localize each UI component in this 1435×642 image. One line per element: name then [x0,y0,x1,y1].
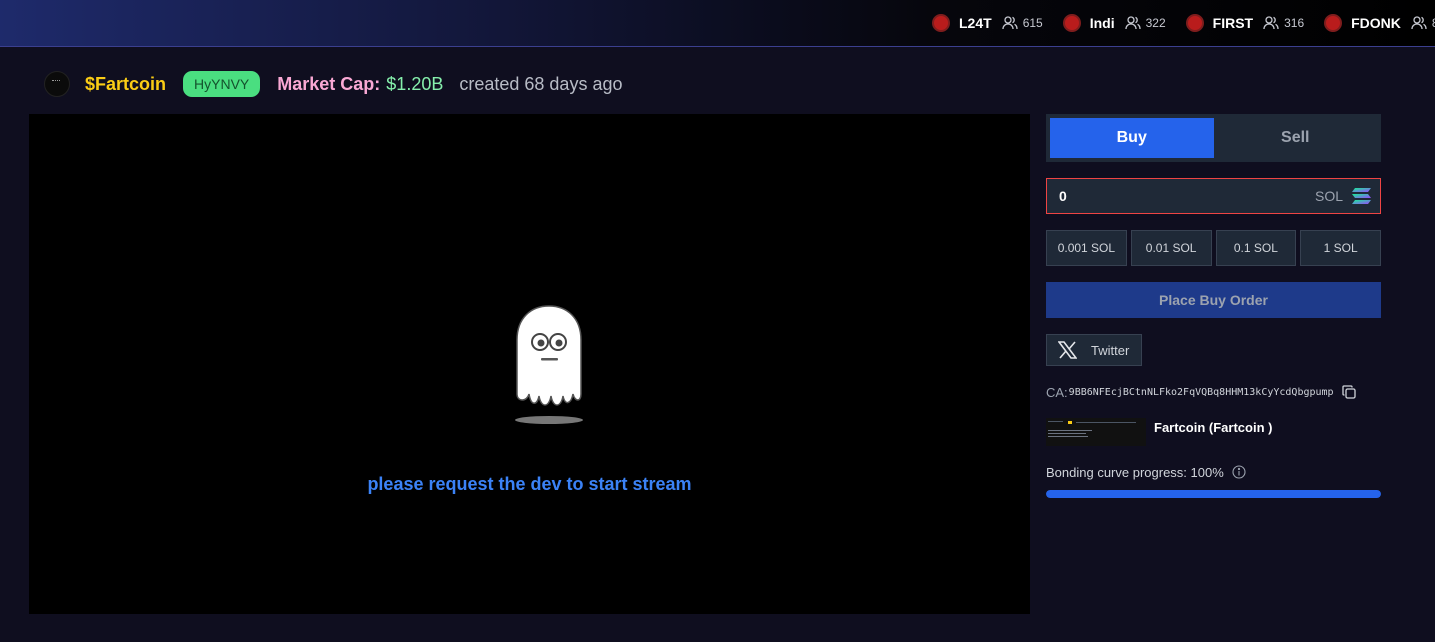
ghost-icon [515,305,583,424]
ticker-name: Indi [1089,15,1115,31]
viewer-count: 615 [1022,16,1043,30]
contract-address: CA: 9BB6NFEcjBCtnNLFko2FqVQBq8HHM13kCyYc… [1046,383,1356,401]
tab-buy[interactable]: Buy [1050,118,1214,158]
ticker-avatar [1324,14,1343,32]
created-age: created 68 days ago [459,73,623,94]
ticker-item-fdonk[interactable]: FDONK 89 [1324,14,1435,32]
token-thumbnail [1046,418,1146,446]
copy-icon[interactable] [1341,385,1356,399]
token-name: Fartcoin (Fartcoin ) [1154,420,1273,435]
viewer-count: 322 [1145,16,1166,30]
amount-input[interactable]: 0 SOL [1046,178,1381,214]
x-logo-icon [1058,341,1077,359]
ticker-item-indi[interactable]: Indi 322 [1062,14,1166,32]
market-cap-label: Market Cap: [277,73,381,94]
market-cap-value: $1.20B [386,73,444,94]
viewer-count: 316 [1284,16,1305,30]
token-info: Fartcoin (Fartcoin ) [1046,418,1272,446]
users-icon [1263,16,1279,30]
bonding-curve-label: Bonding curve progress: 100% [1046,464,1224,480]
ticker-item-l24t[interactable]: L24T 615 [932,14,1043,32]
coin-address-badge[interactable]: HyYNVY [183,71,261,97]
ticker-item-first[interactable]: FIRST 316 [1185,14,1305,32]
coin-header: $Fartcoin HyYNVY Market Cap: $1.20B crea… [44,68,622,100]
users-icon [1002,16,1018,30]
coin-symbol: $Fartcoin [85,73,167,94]
place-buy-order-button[interactable]: Place Buy Order [1046,282,1381,318]
stream-player[interactable]: please request the dev to start stream [29,114,1030,614]
ca-label: CA: [1046,384,1068,400]
twitter-label: Twitter [1091,342,1130,358]
ticker-avatar [1185,14,1204,32]
bonding-curve-progress-fill [1046,490,1381,498]
live-streams-ticker: L24T 615 Indi 322 FIRST 316 FDONK 89 [932,0,1435,46]
quick-amount-button[interactable]: 0.1 SOL [1215,230,1297,266]
trade-tabs: Buy Sell [1046,114,1381,162]
ticker-avatar [1062,14,1081,32]
bonding-curve: Bonding curve progress: 100% [1046,463,1246,481]
bonding-curve-progress-bar [1046,490,1381,498]
tab-sell[interactable]: Sell [1214,118,1378,158]
users-icon [1124,16,1141,30]
top-ticker-bar: L24T 615 Indi 322 FIRST 316 FDONK 89 [0,0,1435,47]
ticker-avatar [932,14,950,32]
amount-value[interactable]: 0 [1059,188,1315,204]
ca-value: 9BB6NFEcjBCtnNLFko2FqVQBq8HHM13kCyYcdQbg… [1068,386,1334,398]
solana-icon [1352,188,1371,204]
stream-offline-message: please request the dev to start stream [367,474,692,494]
quick-amounts: 0.001 SOL 0.01 SOL 0.1 SOL 1 SOL [1046,230,1381,266]
ticker-name: FDONK [1351,15,1401,31]
info-icon[interactable] [1232,465,1246,479]
ticker-name: L24T [959,15,992,31]
quick-amount-button[interactable]: 1 SOL [1300,230,1381,266]
quick-amount-button[interactable]: 0.01 SOL [1130,230,1212,266]
quick-amount-button[interactable]: 0.001 SOL [1046,230,1127,266]
coin-logo [44,71,70,97]
ticker-name: FIRST [1212,15,1254,31]
users-icon [1411,16,1427,30]
amount-unit: SOL [1314,188,1343,204]
twitter-link-button[interactable]: Twitter [1046,334,1142,366]
